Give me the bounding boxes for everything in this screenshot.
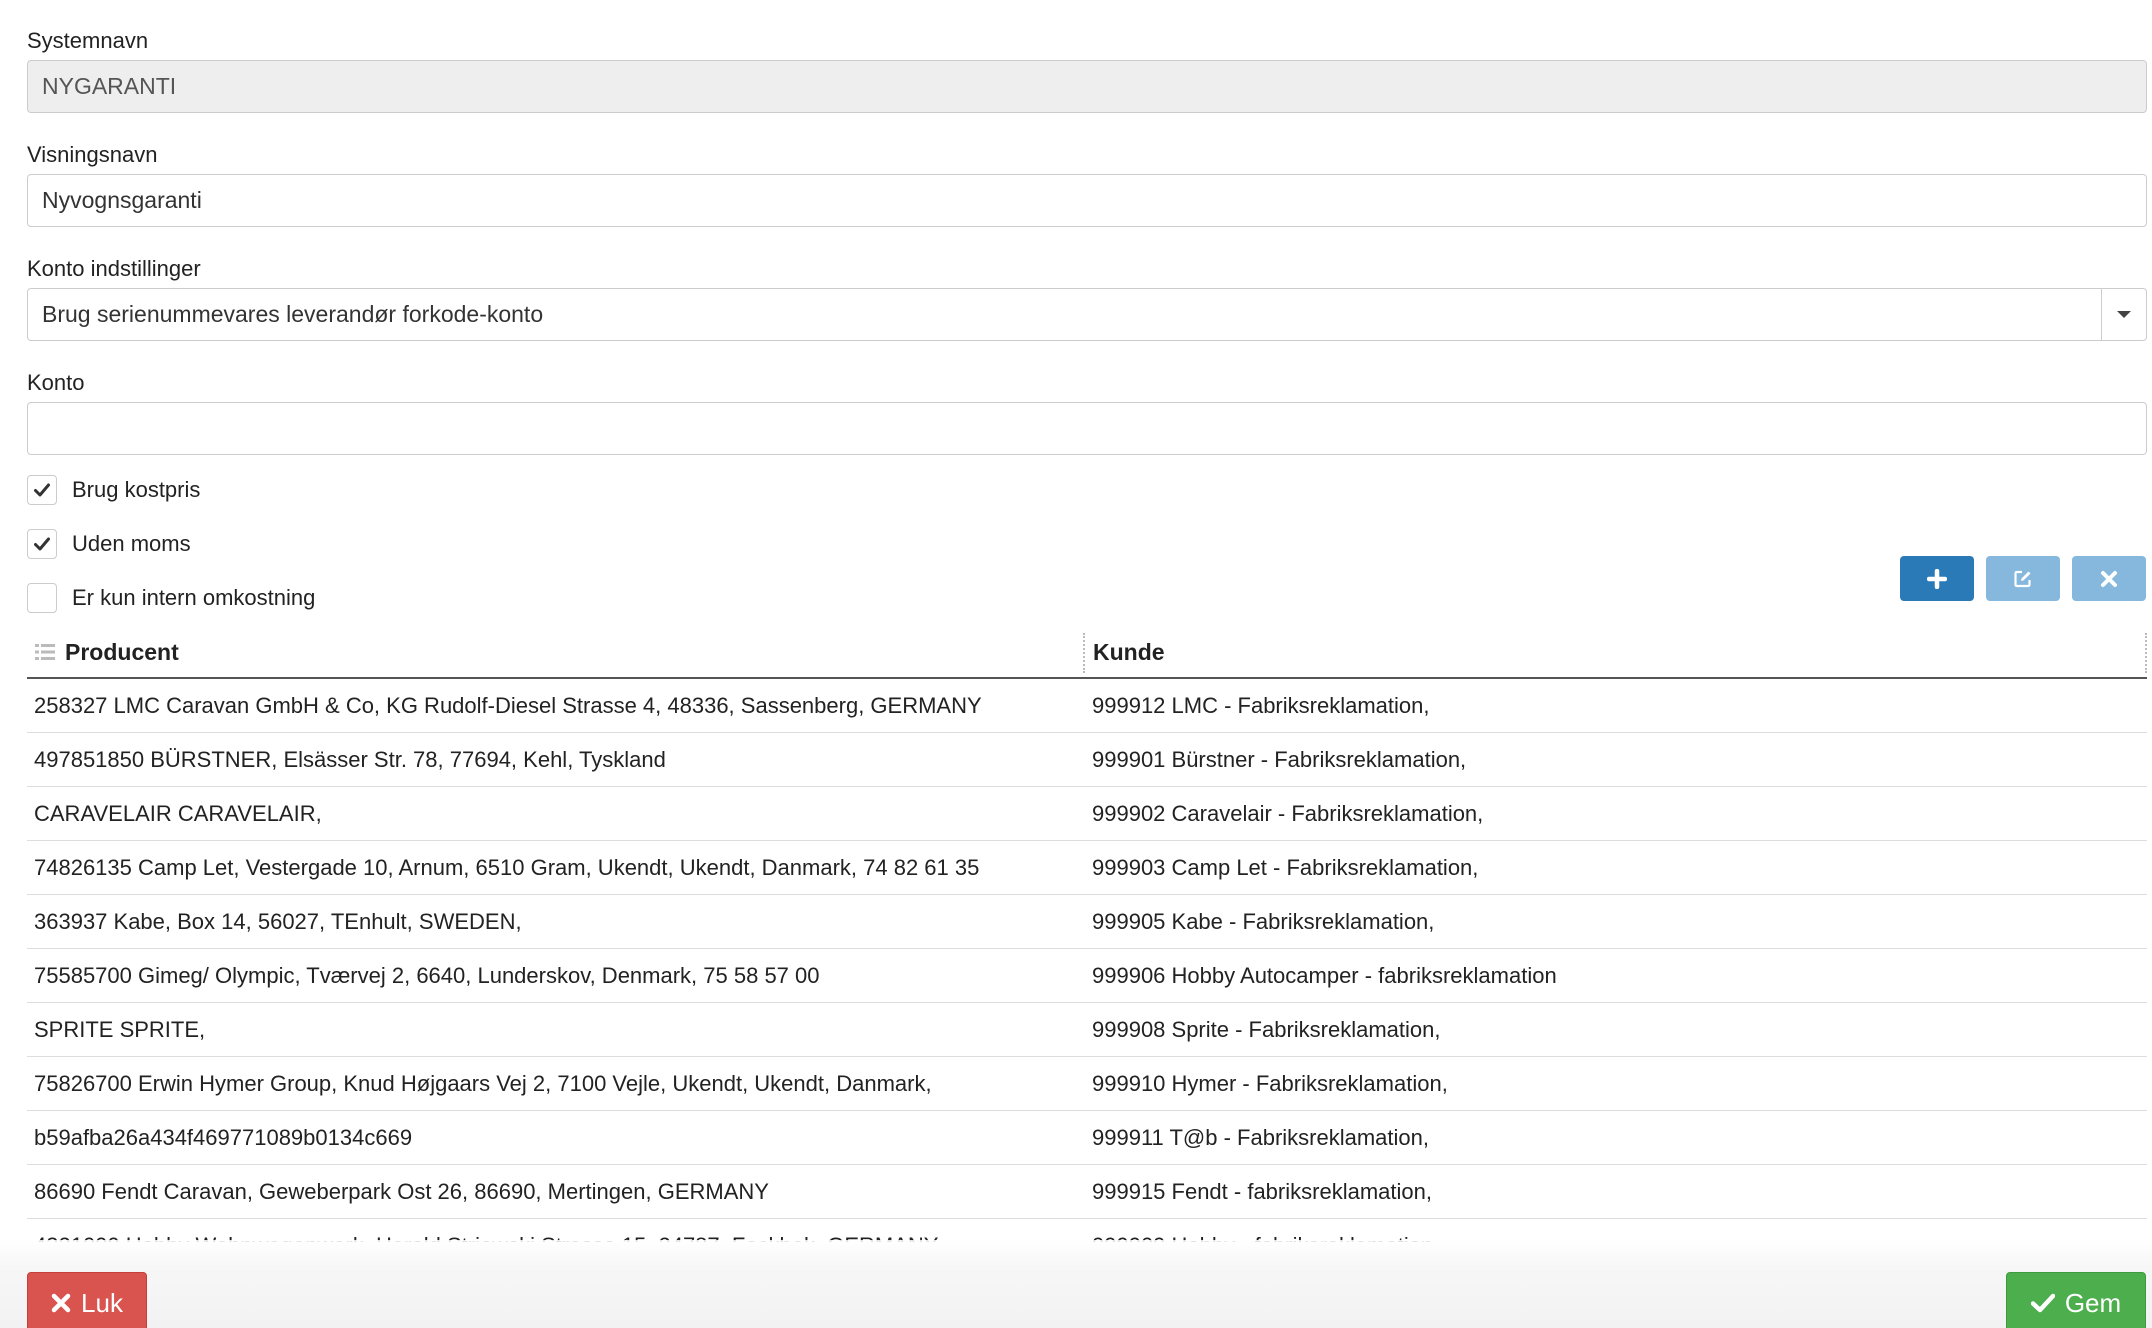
producer-customer-grid: Producent Kunde 258327 LMC Caravan GmbH … xyxy=(27,627,2147,1242)
systemname-field: NYGARANTI xyxy=(27,60,2147,113)
displayname-label: Visningsnavn xyxy=(27,142,158,167)
customer-cell: 999912 LMC - Fabriksreklamation, xyxy=(1092,693,1430,718)
checkmark-icon xyxy=(34,537,50,551)
column-header-producer-label: Producent xyxy=(65,638,179,665)
producer-cell: b59afba26a434f469771089b0134c669 xyxy=(34,1125,413,1150)
column-header-customer[interactable]: Kunde xyxy=(1085,627,2147,677)
close-icon xyxy=(2101,570,2117,587)
customer-cell: 999901 Bürstner - Fabriksreklamation, xyxy=(1092,747,1467,772)
account-settings-select[interactable]: Brug serienummevares leverandør forkode-… xyxy=(27,288,2147,341)
producer-cell: SPRITE SPRITE, xyxy=(34,1017,206,1042)
grid-header: Producent Kunde xyxy=(27,627,2147,679)
edit-button[interactable] xyxy=(1986,556,2060,601)
save-button[interactable]: Gem xyxy=(2006,1272,2146,1328)
customer-cell: 999902 Caravelair - Fabriksreklamation, xyxy=(1092,801,1484,826)
producer-cell: 74826135 Camp Let, Vestergade 10, Arnum,… xyxy=(34,855,980,880)
checkbox-row-cost-price[interactable]: Brug kostpris xyxy=(27,475,2147,505)
account-settings-value: Brug serienummevares leverandør forkode-… xyxy=(42,301,544,327)
table-row[interactable]: CARAVELAIR CARAVELAIR, 999902 Caravelair … xyxy=(27,787,2147,841)
form-area: Systemnavn NYGARANTI Visningsnavn Nyvogn… xyxy=(27,0,2147,637)
table-row[interactable]: 363937 Kabe, Box 14, 56027, TEnhult, SWE… xyxy=(27,895,2147,949)
column-resize-handle[interactable] xyxy=(2145,633,2147,673)
table-row[interactable]: 497851850 BÜRSTNER, Elsässer Str. 78, 77… xyxy=(27,733,2147,787)
table-row[interactable]: 75585700 Gimeg/ Olympic, Tværvej 2, 6640… xyxy=(27,949,2147,1003)
customer-cell: 999915 Fendt - fabriksreklamation, xyxy=(1092,1179,1432,1204)
producer-cell: 363937 Kabe, Box 14, 56027, TEnhult, SWE… xyxy=(34,909,522,934)
close-icon xyxy=(51,1293,71,1313)
dropdown-toggle[interactable] xyxy=(2101,289,2146,340)
checkbox-group: Brug kostpris Uden moms Er kun intern om… xyxy=(27,475,2147,613)
add-button[interactable] xyxy=(1900,556,1974,601)
table-row[interactable]: 86690 Fendt Caravan, Geweberpark Ost 26,… xyxy=(27,1165,2147,1219)
without-vat-label: Uden moms xyxy=(72,531,191,556)
customer-cell: 999908 Sprite - Fabriksreklamation, xyxy=(1092,1017,1441,1042)
column-header-producer[interactable]: Producent xyxy=(27,627,1085,677)
table-row[interactable]: 4321000 Hobby Wohnwagenwerk, Harald Stri… xyxy=(27,1219,2147,1242)
internal-cost-checkbox[interactable] xyxy=(27,583,57,613)
cost-price-checkbox[interactable] xyxy=(27,475,57,505)
customer-cell: 999905 Kabe - Fabriksreklamation, xyxy=(1092,909,1435,934)
account-settings-label: Konto indstillinger xyxy=(27,256,201,281)
displayname-field[interactable]: Nyvognsgaranti xyxy=(27,174,2147,227)
internal-cost-label: Er kun intern omkostning xyxy=(72,585,316,610)
edit-icon xyxy=(2014,570,2031,587)
customer-cell: 999906 Hobby Autocamper - fabriksreklama… xyxy=(1092,963,1557,988)
producer-cell: 75826700 Erwin Hymer Group, Knud Højgaar… xyxy=(34,1071,932,1096)
systemname-label: Systemnavn xyxy=(27,28,149,53)
dialog-footer: Luk Gem xyxy=(0,1240,2152,1328)
save-button-label: Gem xyxy=(2064,1287,2122,1318)
table-row[interactable]: b59afba26a434f469771089b0134c669 999911 T… xyxy=(27,1111,2147,1165)
edit-dialog: Systemnavn NYGARANTI Visningsnavn Nyvogn… xyxy=(0,0,2152,1328)
grid-body: 258327 LMC Caravan GmbH & Co, KG Rudolf-… xyxy=(27,679,2147,1242)
delete-button[interactable] xyxy=(2072,556,2146,601)
table-row[interactable]: 258327 LMC Caravan GmbH & Co, KG Rudolf-… xyxy=(27,679,2147,733)
column-menu-icon[interactable] xyxy=(35,643,55,661)
table-row[interactable]: 75826700 Erwin Hymer Group, Knud Højgaar… xyxy=(27,1057,2147,1111)
table-row[interactable]: SPRITE SPRITE, 999908 Sprite - Fabriksrek… xyxy=(27,1003,2147,1057)
customer-cell: 999903 Camp Let - Fabriksreklamation, xyxy=(1092,855,1479,880)
checkmark-icon xyxy=(2030,1293,2055,1313)
producer-cell: 258327 LMC Caravan GmbH & Co, KG Rudolf-… xyxy=(34,693,982,718)
column-header-customer-label: Kunde xyxy=(1093,638,1165,665)
checkbox-row-without-vat[interactable]: Uden moms xyxy=(27,529,2147,559)
producer-cell: CARAVELAIR CARAVELAIR, xyxy=(34,801,322,826)
caret-down-icon xyxy=(2117,311,2131,318)
close-button-label: Luk xyxy=(81,1287,123,1318)
producer-cell: 86690 Fendt Caravan, Geweberpark Ost 26,… xyxy=(34,1179,769,1204)
customer-cell: 999911 T@b - Fabriksreklamation, xyxy=(1092,1125,1430,1150)
customer-cell: 999910 Hymer - Fabriksreklamation, xyxy=(1092,1071,1448,1096)
without-vat-checkbox[interactable] xyxy=(27,529,57,559)
checkbox-row-internal-cost[interactable]: Er kun intern omkostning xyxy=(27,583,2147,613)
producer-cell: 75585700 Gimeg/ Olympic, Tværvej 2, 6640… xyxy=(34,963,820,988)
close-button[interactable]: Luk xyxy=(27,1272,147,1328)
account-field[interactable] xyxy=(27,402,2147,455)
producer-cell: 497851850 BÜRSTNER, Elsässer Str. 78, 77… xyxy=(34,747,666,772)
producer-cell: 4321000 Hobby Wohnwagenwerk, Harald Stri… xyxy=(27,1219,1085,1242)
cost-price-label: Brug kostpris xyxy=(72,477,201,502)
checkmark-icon xyxy=(34,483,50,497)
grid-toolbar xyxy=(1900,556,2146,601)
table-row[interactable]: 74826135 Camp Let, Vestergade 10, Arnum,… xyxy=(27,841,2147,895)
customer-cell: 999909 Hobby - fabriksreklamation, xyxy=(1085,1219,2147,1242)
plus-icon xyxy=(1927,568,1947,589)
account-label: Konto xyxy=(27,370,85,395)
